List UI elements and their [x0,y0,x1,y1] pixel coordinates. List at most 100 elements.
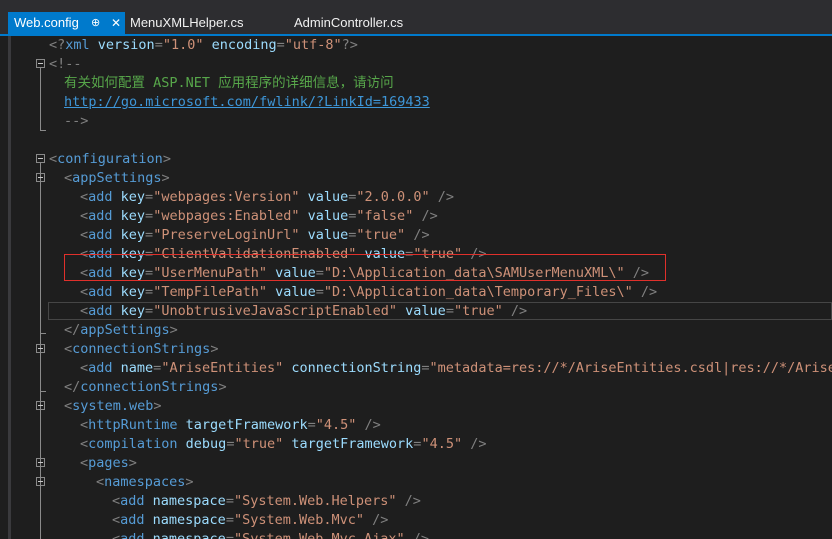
code-token: appSettings [80,322,170,338]
code-line: </appSettings> [11,321,832,340]
code-token: "true" [356,227,406,243]
code-token: add [120,531,145,539]
tab-web-config[interactable]: Web.config ⊕ ✕ [8,12,125,34]
code-token: value [266,284,316,300]
code-token: add [88,227,113,243]
code-token: = [315,284,324,300]
code-token: debug [177,436,227,452]
code-line: <add name = "AriseEntities" connectionStri… [11,359,832,378]
code-line: <system.web> [11,397,832,416]
highlight-box [64,254,666,281]
code-token: /> [396,493,421,509]
code-line: <configuration> [11,150,832,169]
code-token: pages [88,455,129,471]
code-token: "false" [356,208,414,224]
code-token: > [169,322,178,338]
code-token: key [112,303,146,319]
code-token: /> [356,417,381,433]
code-token: "4.5" [421,436,463,452]
document-tab-bar: Web.config ⊕ ✕ MenuXMLHelper.cs AdminCon… [0,0,832,34]
code-line: <!-- [11,55,832,74]
code-token: = [276,37,285,53]
close-icon[interactable]: ✕ [111,12,121,34]
tab-menuxmlhelper[interactable]: MenuXMLHelper.cs [130,12,243,34]
tab-label: Web.config [14,15,79,30]
comment-text: 有关如何配置 ASP.NET 应用程序的详细信息，请访问 [64,75,394,91]
code-token: httpRuntime [88,417,178,433]
code-token: /> [413,208,438,224]
code-token: key [112,284,146,300]
code-token: "webpages:Version" [153,189,300,205]
code-token: = [225,531,234,539]
code-token: appSettings [72,170,162,186]
code-token: encoding [203,37,277,53]
code-token: < [112,531,121,539]
code-token: "utf-8" [284,37,342,53]
tab-label: AdminController.cs [294,15,404,30]
code-token: < [80,227,89,243]
code-token: /> [429,189,454,205]
code-line: <pages> [11,454,832,473]
code-token: < [80,455,89,471]
code-token: targetFramework [283,436,414,452]
code-token: "UnobtrusiveJavaScriptEnabled" [153,303,398,319]
pin-icon[interactable]: ⊕ [91,12,100,34]
tab-admincontroller[interactable]: AdminController.cs [294,12,403,34]
code-token: system.web [72,398,154,414]
code-token: </ [64,379,81,395]
code-token: "true" [453,303,503,319]
code-line: <namespaces> [11,473,832,492]
fwlink-link[interactable]: http://go.microsoft.com/fwlink/?LinkId=1… [64,94,430,110]
code-token: </ [64,322,81,338]
code-token: namespace [144,512,226,528]
code-token: < [112,493,121,509]
code-token: < [112,512,121,528]
code-token: > [162,151,171,167]
code-token: value [299,208,349,224]
code-token: add [88,208,113,224]
code-token: version [89,37,155,53]
code-token: name [112,360,154,376]
code-line: http://go.microsoft.com/fwlink/?LinkId=1… [11,93,832,112]
code-token: < [80,436,89,452]
code-token: "true" [234,436,284,452]
code-token: key [112,189,146,205]
code-token: namespaces [104,474,186,490]
code-token: add [88,284,113,300]
code-token: "AriseEntities" [161,360,284,376]
code-token: > [128,455,137,471]
code-token: < [80,417,89,433]
code-token: = [145,303,154,319]
code-token: xml [65,37,90,53]
tab-label: MenuXMLHelper.cs [130,15,244,30]
code-line: <compilation debug="true" targetFramewor… [11,435,832,454]
code-line: <httpRuntime targetFramework="4.5" /> [11,416,832,435]
code-token: "System.Web.Mvc" [233,512,364,528]
code-token: /> [462,436,487,452]
code-token: <? [49,37,66,53]
code-line: <add key="TempFilePath" value="D:\Applic… [11,283,832,302]
code-token: < [80,303,89,319]
code-token: = [145,208,154,224]
code-token: < [64,170,73,186]
code-token: "TempFilePath" [153,284,267,300]
code-token: key [112,227,146,243]
code-token: = [145,284,154,300]
code-editor[interactable]: <?xml version="1.0" encoding="utf-8"?> <… [11,36,832,539]
code-token: compilation [88,436,178,452]
code-token: targetFramework [177,417,308,433]
code-token: /> [502,303,528,319]
code-token: "webpages:Enabled" [153,208,300,224]
code-token: connectionString [283,360,422,376]
code-line: 有关如何配置 ASP.NET 应用程序的详细信息，请访问 [11,74,832,93]
code-token: add [88,360,113,376]
code-line: <add key="PreserveLoginUrl" value="true"… [11,226,832,245]
code-token: > [185,474,194,490]
code-token: "System.Web.Helpers" [233,493,397,509]
code-line: --> [11,112,832,131]
code-token: = [445,303,454,319]
code-token: < [80,284,89,300]
code-token: value [397,303,446,319]
code-token: = [154,37,163,53]
code-token: configuration [57,151,163,167]
